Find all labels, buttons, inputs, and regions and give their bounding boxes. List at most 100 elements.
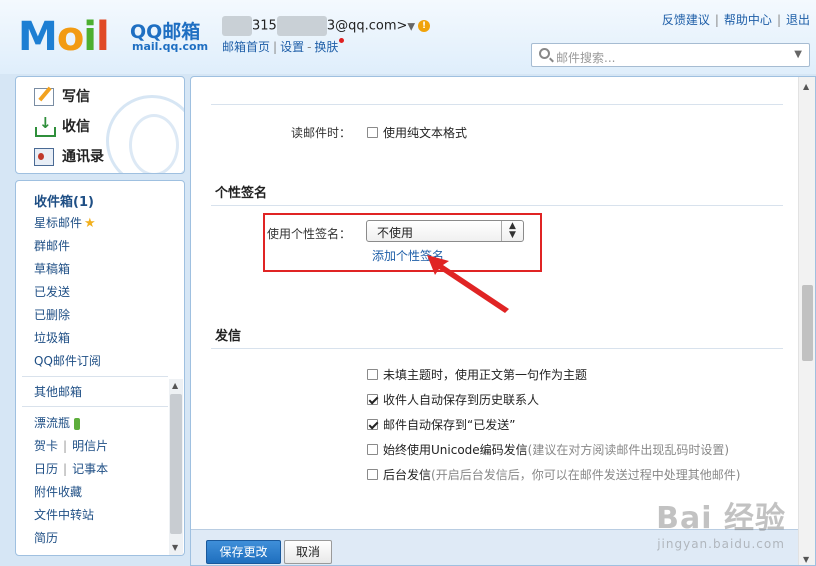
change-skin-link[interactable]: 换肤 — [314, 40, 338, 54]
option-background-send[interactable]: 后台发信(开启后台发信后，你可以在邮件发送过程中处理其他邮件) — [367, 466, 740, 483]
pencil-paper-icon — [34, 88, 54, 106]
redacted-block — [222, 16, 252, 36]
option-save-sent[interactable]: 邮件自动保存到“已发送” — [367, 416, 515, 433]
logo-letter-o: o — [56, 14, 85, 60]
sidebar-item-starred[interactable]: 星标邮件 ★ — [34, 214, 96, 231]
starred-label: 星标邮件 — [34, 216, 83, 230]
watermark-main: Bai 经验 — [656, 501, 786, 536]
top-links: 反馈建议 | 帮助中心 | 退出 — [662, 11, 810, 28]
sidebar-item-attachments[interactable]: 附件收藏 — [34, 483, 82, 500]
unicode-checkbox[interactable] — [367, 444, 378, 455]
calendar-link[interactable]: 日历 — [34, 462, 58, 476]
contacts-button[interactable]: 通讯录 — [34, 146, 104, 170]
qq-penguin-watermark-icon — [106, 95, 184, 173]
notes-link[interactable]: 记事本 — [72, 462, 108, 476]
feedback-link[interactable]: 反馈建议 — [662, 13, 710, 27]
send-section-title: 发信 — [215, 329, 242, 344]
sidebar-scrollbar[interactable]: ▲ ▼ — [169, 379, 183, 555]
search-placeholder: 邮件搜索... — [556, 51, 616, 65]
divider — [22, 406, 168, 407]
logo-letter-i: i — [83, 14, 97, 60]
option-hint: (建议在对方阅读邮件出现乱码时设置) — [527, 443, 730, 457]
mail-search-input[interactable]: 邮件搜索... ▼ — [531, 43, 810, 67]
account-switcher[interactable]: 315 3@qq.com>▼! — [222, 16, 431, 36]
option-unicode[interactable]: 始终使用Unicode编码发信(建议在对方阅读邮件出现乱码时设置) — [367, 441, 729, 458]
annotation-arrow-icon — [427, 255, 509, 313]
settings-link[interactable]: 设置 — [280, 40, 304, 54]
sidebar-item-sent[interactable]: 已发送 — [34, 283, 70, 300]
save-contacts-checkbox[interactable] — [367, 394, 378, 405]
watermark-url: jingyan.baidu.com — [657, 537, 785, 551]
scroll-down-icon[interactable]: ▼ — [172, 543, 178, 552]
logout-link[interactable]: 退出 — [786, 13, 810, 27]
save-sent-checkbox[interactable] — [367, 419, 378, 430]
option-label: 收件人自动保存到历史联系人 — [383, 393, 540, 407]
option-auto-subject[interactable]: 未填主题时，使用正文第一句作为主题 — [367, 366, 587, 383]
auto-subject-checkbox[interactable] — [367, 369, 378, 380]
inbox-arrow-icon — [34, 114, 56, 137]
chevron-down-icon[interactable]: ▼ — [794, 49, 802, 60]
sidebar-item-drafts[interactable]: 草稿箱 — [34, 260, 70, 277]
plain-text-checkbox[interactable] — [367, 127, 378, 138]
header: Moil QQ邮箱 mail.qq.com 315 3@qq.com>▼! 邮箱首… — [0, 0, 816, 74]
postcard-link[interactable]: 明信片 — [72, 439, 108, 453]
greeting-card-link[interactable]: 贺卡 — [34, 439, 58, 453]
divider — [22, 376, 168, 377]
bottle-icon — [74, 417, 81, 430]
cancel-button[interactable]: 取消 — [284, 540, 332, 564]
divider — [211, 348, 783, 349]
option-save-contacts[interactable]: 收件人自动保存到历史联系人 — [367, 391, 539, 408]
logo-domain: mail.qq.com — [132, 40, 209, 53]
main-scrollbar[interactable]: ▲ ▼ — [798, 77, 815, 565]
option-label: 始终使用Unicode编码发信 — [383, 443, 528, 457]
save-button[interactable]: 保存更改 — [206, 540, 281, 564]
sidebar-folders: 收件箱(1) 星标邮件 ★ 群邮件 草稿箱 已发送 已删除 垃圾箱 QQ邮件订阅 … — [15, 180, 185, 556]
sidebar-item-resume[interactable]: 简历 — [34, 529, 58, 546]
sidebar-item-cards: 贺卡 | 明信片 — [34, 437, 108, 454]
compose-label: 写信 — [62, 89, 90, 105]
sidebar-item-subscribe[interactable]: QQ邮件订阅 — [34, 352, 101, 369]
star-icon: ★ — [84, 216, 96, 231]
divider: | — [63, 439, 68, 453]
sidebar-item-group[interactable]: 群邮件 — [34, 237, 70, 254]
scrollbar-thumb[interactable] — [170, 394, 182, 534]
redacted-block — [276, 16, 327, 36]
sidebar-item-deleted[interactable]: 已删除 — [34, 306, 70, 323]
background-send-checkbox[interactable] — [367, 469, 378, 480]
sidebar-item-inbox[interactable]: 收件箱(1) — [34, 191, 94, 210]
scroll-up-icon[interactable]: ▲ — [803, 82, 809, 91]
logo-letter-l: l — [96, 14, 110, 60]
plain-text-option[interactable]: 使用纯文本格式 — [367, 124, 467, 141]
bottle-label: 漂流瓶 — [34, 416, 71, 430]
divider: - — [307, 40, 312, 54]
chevron-down-icon[interactable]: ▼ — [407, 22, 415, 33]
sidebar-item-spam[interactable]: 垃圾箱 — [34, 329, 70, 346]
account-prefix: 315 — [252, 18, 277, 34]
option-label: 邮件自动保存到“已发送” — [383, 418, 516, 432]
sidebar-item-other-mailboxes[interactable]: 其他邮箱 — [34, 383, 82, 400]
divider: | — [714, 13, 719, 27]
receive-label: 收信 — [62, 119, 90, 135]
compose-button[interactable]: 写信 — [34, 86, 90, 110]
scrollbar-thumb[interactable] — [802, 285, 813, 361]
sidebar-item-bottle[interactable]: 漂流瓶 — [34, 414, 81, 431]
sidebar-actions: 写信 收信 通讯录 — [15, 76, 185, 174]
notification-dot-icon — [339, 38, 345, 43]
scroll-down-icon[interactable]: ▼ — [803, 555, 809, 564]
logo-letter-m: M — [18, 14, 58, 60]
mailbox-home-link[interactable]: 邮箱首页 — [222, 40, 270, 54]
read-mail-label: 读邮件时： — [291, 126, 352, 140]
qq-mail-logo[interactable]: Moil — [18, 14, 110, 60]
warning-icon[interactable]: ! — [418, 20, 431, 32]
divider: | — [776, 13, 781, 27]
receive-button[interactable]: 收信 — [34, 114, 90, 140]
divider: | — [63, 462, 68, 476]
scroll-up-icon[interactable]: ▲ — [172, 381, 178, 390]
sidebar-item-calendar: 日历 | 记事本 — [34, 460, 108, 477]
contacts-label: 通讯录 — [62, 149, 104, 165]
divider: | — [273, 40, 278, 54]
plain-text-label: 使用纯文本格式 — [383, 126, 468, 140]
help-center-link[interactable]: 帮助中心 — [724, 13, 772, 27]
header-sub-links: 邮箱首页 | 设置 - 换肤 — [222, 38, 345, 55]
sidebar-item-file-transfer[interactable]: 文件中转站 — [34, 506, 94, 523]
